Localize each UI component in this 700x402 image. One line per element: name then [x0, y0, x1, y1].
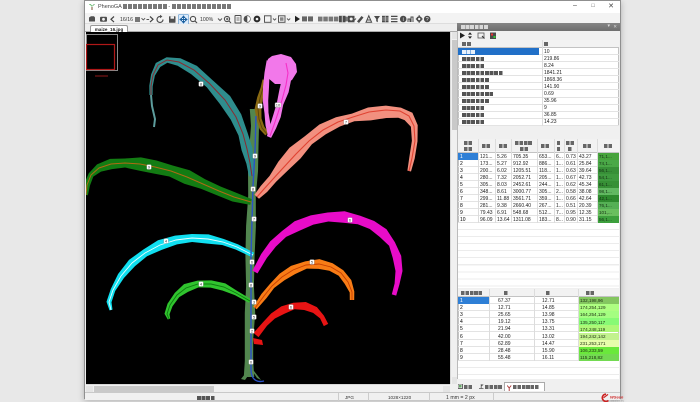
svg-text:i: i [403, 17, 404, 23]
svg-text:16/16: 16/16 [120, 17, 133, 23]
svg-text:100%: 100% [200, 17, 214, 23]
svg-text:?: ? [426, 17, 429, 23]
svg-text:10: 10 [276, 103, 281, 108]
